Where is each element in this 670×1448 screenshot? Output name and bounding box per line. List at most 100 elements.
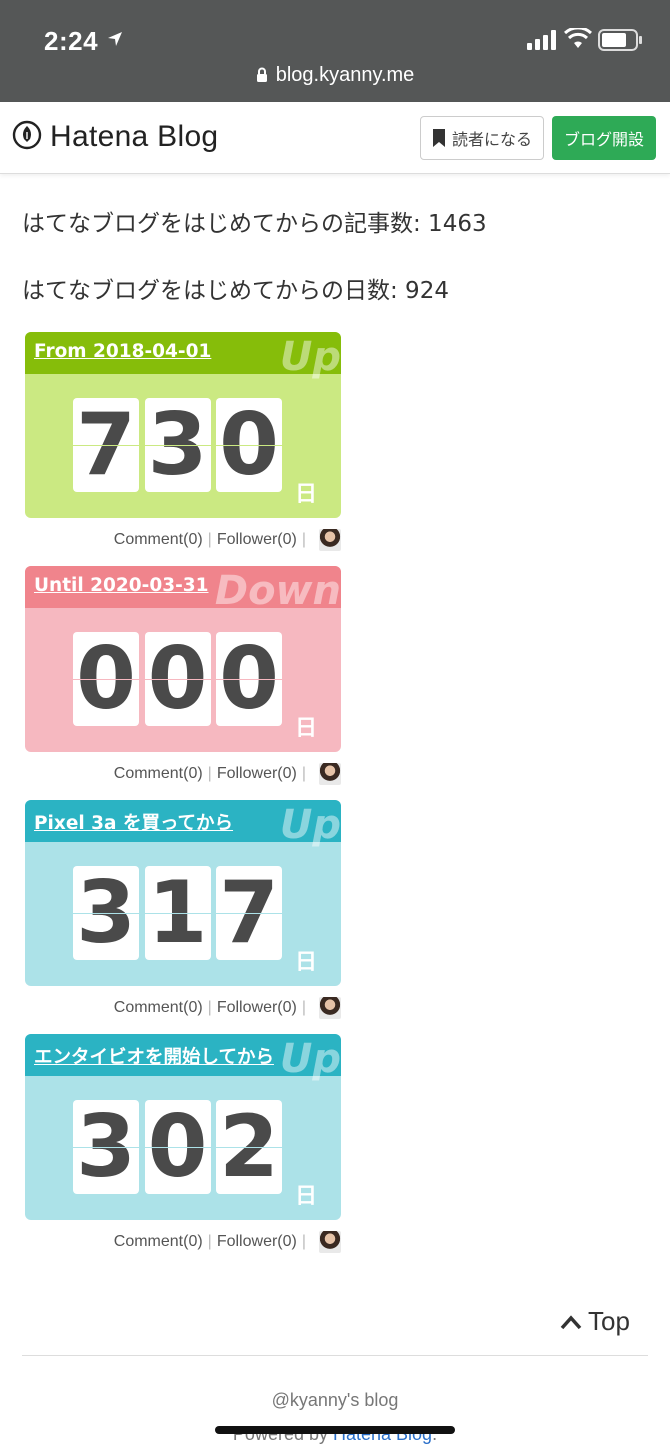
- digit-fold-line: [144, 913, 211, 914]
- url-text: blog.kyanny.me: [275, 64, 415, 86]
- separator: |: [207, 999, 212, 1016]
- wifi-icon: [563, 26, 593, 54]
- digit-fold-line: [216, 679, 282, 680]
- digit-fold-line: [144, 1147, 211, 1148]
- digit-fold-line: [216, 445, 282, 446]
- comment-link[interactable]: Comment(0): [114, 765, 203, 783]
- user-avatar[interactable]: [319, 763, 341, 785]
- digit-fold-line: [144, 679, 211, 680]
- counter-digit: 7: [216, 866, 282, 960]
- hatena-header: Hatena Blog 読者になる ブログ開設: [0, 102, 670, 174]
- direction-watermark: Up: [279, 802, 341, 848]
- clock: 2:24: [44, 26, 99, 56]
- browser-status-bar: 2:24 blog.kyanny.me: [0, 0, 670, 102]
- counter-title-link[interactable]: Pixel 3a を買ってから: [34, 809, 233, 835]
- counter-digits: 730: [73, 398, 288, 492]
- divider: [22, 1355, 648, 1356]
- counter-header: Up エンタイビオを開始してから: [25, 1034, 341, 1082]
- counter-digit: 0: [216, 632, 282, 726]
- separator: |: [207, 531, 212, 548]
- separator: |: [301, 999, 306, 1016]
- day-counter: Up エンタイビオを開始してから 302 日 Comment(0) | Foll…: [25, 1034, 341, 1255]
- counter-title-link[interactable]: From 2018-04-01: [34, 341, 211, 362]
- subscribe-label: 読者になる: [451, 130, 532, 149]
- counter-digit: 1: [144, 866, 211, 960]
- separator: |: [207, 1233, 212, 1250]
- counter-header: Up Pixel 3a を買ってから: [25, 800, 341, 848]
- battery-icon: [598, 29, 644, 55]
- direction-watermark: Up: [279, 334, 341, 380]
- counter-digits: 317: [73, 866, 288, 960]
- day-counter: Down Until 2020-03-31 000 日 Comment(0) |…: [25, 566, 341, 787]
- counter-meta: Comment(0) | Follower(0) |: [25, 761, 341, 787]
- counter-meta: Comment(0) | Follower(0) |: [25, 995, 341, 1021]
- separator: |: [207, 765, 212, 782]
- address-bar[interactable]: blog.kyanny.me: [0, 64, 670, 89]
- home-indicator[interactable]: [215, 1426, 455, 1434]
- direction-watermark: Up: [279, 1036, 341, 1082]
- follower-link[interactable]: Follower(0): [217, 765, 297, 783]
- day-counter: Up From 2018-04-01 730 日 Comment(0) | Fo…: [25, 332, 341, 553]
- direction-watermark: Down: [214, 568, 341, 614]
- bookmark-icon: [432, 129, 445, 147]
- counter-unit: 日: [295, 1184, 318, 1209]
- separator: |: [301, 765, 306, 782]
- counter-digit: 3: [73, 866, 139, 960]
- hatena-blog-logo[interactable]: Hatena Blog: [12, 120, 218, 154]
- counter-digit: 3: [144, 398, 211, 492]
- digit-fold-line: [216, 913, 282, 914]
- location-arrow-icon: [106, 30, 124, 52]
- counter-digit: 0: [73, 632, 139, 726]
- counter-digit: 0: [144, 632, 211, 726]
- counter-unit: 日: [295, 482, 318, 507]
- footer-blog-name[interactable]: @kyanny's blog: [0, 1390, 670, 1411]
- day-count-text: はてなブログをはじめてからの日数: 924: [22, 278, 449, 304]
- counter-card: Down Until 2020-03-31 000 日: [25, 566, 341, 752]
- separator: |: [301, 1233, 306, 1250]
- follower-link[interactable]: Follower(0): [217, 1233, 297, 1251]
- lock-icon: [256, 66, 268, 89]
- subscribe-button[interactable]: 読者になる: [420, 116, 544, 160]
- counter-unit: 日: [295, 950, 318, 975]
- counter-digit: 0: [216, 398, 282, 492]
- counter-digit: 0: [144, 1100, 211, 1194]
- follower-link[interactable]: Follower(0): [217, 531, 297, 549]
- start-blog-label: ブログ開設: [563, 130, 644, 149]
- counter-digit: 3: [73, 1100, 139, 1194]
- digit-fold-line: [144, 445, 211, 446]
- digit-fold-line: [73, 445, 139, 446]
- counter-title-link[interactable]: Until 2020-03-31: [34, 575, 209, 596]
- comment-link[interactable]: Comment(0): [114, 999, 203, 1017]
- user-avatar[interactable]: [319, 1231, 341, 1253]
- counter-unit: 日: [295, 716, 318, 741]
- counter-card: Up From 2018-04-01 730 日: [25, 332, 341, 518]
- go-top-link[interactable]: Top: [560, 1306, 630, 1337]
- go-top-label: Top: [588, 1306, 630, 1336]
- counter-meta: Comment(0) | Follower(0) |: [25, 1229, 341, 1255]
- user-avatar[interactable]: [319, 997, 341, 1019]
- comment-link[interactable]: Comment(0): [114, 1233, 203, 1251]
- separator: |: [301, 531, 306, 548]
- fountain-pen-icon: [12, 120, 42, 154]
- cellular-signal-icon: [527, 30, 557, 54]
- counter-digit: 7: [73, 398, 139, 492]
- counter-digit: 2: [216, 1100, 282, 1194]
- digit-fold-line: [73, 1147, 139, 1148]
- counter-card: Up Pixel 3a を買ってから 317 日: [25, 800, 341, 986]
- counter-digits: 000: [73, 632, 288, 726]
- counter-card: Up エンタイビオを開始してから 302 日: [25, 1034, 341, 1220]
- follower-link[interactable]: Follower(0): [217, 999, 297, 1017]
- counter-meta: Comment(0) | Follower(0) |: [25, 527, 341, 553]
- counter-title-link[interactable]: エンタイビオを開始してから: [34, 1043, 274, 1069]
- counter-header: Down Until 2020-03-31: [25, 566, 341, 614]
- counter-header: Up From 2018-04-01: [25, 332, 341, 380]
- chevron-up-icon: [560, 1314, 582, 1329]
- digit-fold-line: [216, 1147, 282, 1148]
- day-counter: Up Pixel 3a を買ってから 317 日 Comment(0) | Fo…: [25, 800, 341, 1021]
- comment-link[interactable]: Comment(0): [114, 531, 203, 549]
- user-avatar[interactable]: [319, 529, 341, 551]
- start-blog-button[interactable]: ブログ開設: [552, 116, 656, 160]
- logo-text: Hatena Blog: [50, 120, 219, 153]
- digit-fold-line: [73, 679, 139, 680]
- counter-digits: 302: [73, 1100, 288, 1194]
